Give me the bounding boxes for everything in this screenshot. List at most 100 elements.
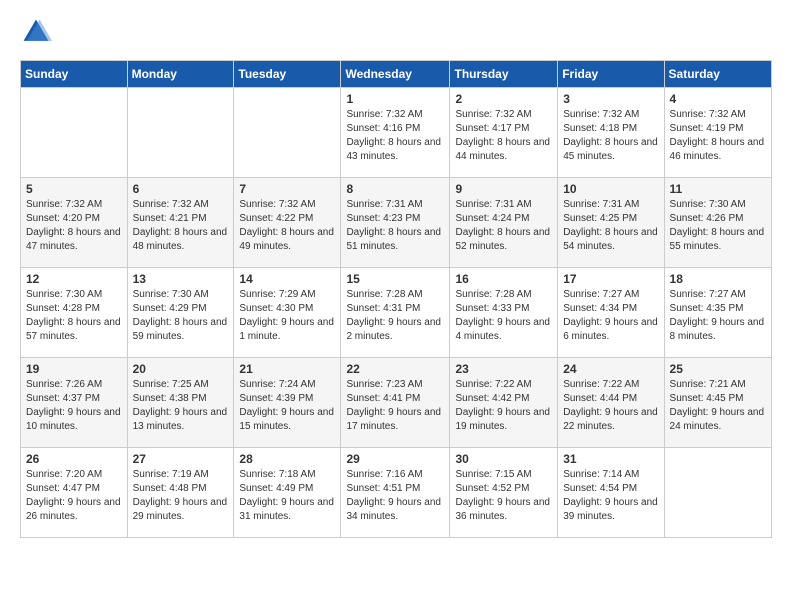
calendar-week-row: 12 Sunrise: 7:30 AMSunset: 4:28 PMDayligh… — [21, 268, 772, 358]
day-number: 1 — [346, 92, 444, 106]
day-info: Sunrise: 7:20 AMSunset: 4:47 PMDaylight:… — [26, 469, 121, 522]
calendar-day-cell: 29 Sunrise: 7:16 AMSunset: 4:51 PMDayligh… — [341, 448, 450, 538]
day-info: Sunrise: 7:32 AMSunset: 4:16 PMDaylight:… — [346, 109, 441, 162]
day-info: Sunrise: 7:15 AMSunset: 4:52 PMDaylight:… — [455, 469, 550, 522]
calendar-day-cell: 4 Sunrise: 7:32 AMSunset: 4:19 PMDaylight… — [664, 88, 771, 178]
calendar-day-cell: 17 Sunrise: 7:27 AMSunset: 4:34 PMDayligh… — [558, 268, 664, 358]
calendar-day-cell: 21Sunrise: 7:24 AMSunset: 4:39 PMDayligh… — [234, 358, 341, 448]
day-info: Sunrise: 7:27 AMSunset: 4:34 PMDaylight:… — [563, 289, 658, 342]
day-info: Sunrise: 7:23 AMSunset: 4:41 PMDaylight:… — [346, 379, 441, 432]
day-number: 17 — [563, 272, 658, 286]
day-number: 13 — [133, 272, 229, 286]
day-info: Sunrise: 7:32 AMSunset: 4:21 PMDaylight:… — [133, 199, 228, 252]
day-number: 31 — [563, 452, 658, 466]
weekday-header-monday: Monday — [127, 61, 234, 88]
day-number: 16 — [455, 272, 552, 286]
calendar-table: SundayMondayTuesdayWednesdayThursdayFrid… — [20, 60, 772, 538]
day-info: Sunrise: 7:32 AMSunset: 4:20 PMDaylight:… — [26, 199, 121, 252]
calendar-day-cell: 31 Sunrise: 7:14 AMSunset: 4:54 PMDayligh… — [558, 448, 664, 538]
weekday-header-saturday: Saturday — [664, 61, 771, 88]
weekday-header-thursday: Thursday — [450, 61, 558, 88]
calendar-week-row: 1 Sunrise: 7:32 AMSunset: 4:16 PMDaylight… — [21, 88, 772, 178]
day-info: Sunrise: 7:14 AMSunset: 4:54 PMDaylight:… — [563, 469, 658, 522]
day-info: Sunrise: 7:28 AMSunset: 4:33 PMDaylight:… — [455, 289, 550, 342]
day-info: Sunrise: 7:21 AMSunset: 4:45 PMDaylight:… — [670, 379, 765, 432]
day-number: 9 — [455, 182, 552, 196]
calendar-day-cell: 24 Sunrise: 7:22 AMSunset: 4:44 PMDayligh… — [558, 358, 664, 448]
day-number: 10 — [563, 182, 658, 196]
weekday-header-row: SundayMondayTuesdayWednesdayThursdayFrid… — [21, 61, 772, 88]
calendar-day-cell: 3 Sunrise: 7:32 AMSunset: 4:18 PMDaylight… — [558, 88, 664, 178]
calendar-day-cell: 9Sunrise: 7:31 AMSunset: 4:24 PMDaylight… — [450, 178, 558, 268]
calendar-day-cell: 30Sunrise: 7:15 AMSunset: 4:52 PMDayligh… — [450, 448, 558, 538]
day-number: 26 — [26, 452, 122, 466]
calendar-day-cell: 25Sunrise: 7:21 AMSunset: 4:45 PMDayligh… — [664, 358, 771, 448]
calendar-day-cell: 14Sunrise: 7:29 AMSunset: 4:30 PMDayligh… — [234, 268, 341, 358]
day-number: 15 — [346, 272, 444, 286]
weekday-header-tuesday: Tuesday — [234, 61, 341, 88]
page: SundayMondayTuesdayWednesdayThursdayFrid… — [0, 0, 792, 554]
day-info: Sunrise: 7:24 AMSunset: 4:39 PMDaylight:… — [239, 379, 334, 432]
calendar-day-cell: 5 Sunrise: 7:32 AMSunset: 4:20 PMDaylight… — [21, 178, 128, 268]
day-number: 12 — [26, 272, 122, 286]
calendar-day-cell: 28Sunrise: 7:18 AMSunset: 4:49 PMDayligh… — [234, 448, 341, 538]
day-number: 24 — [563, 362, 658, 376]
calendar-week-row: 26 Sunrise: 7:20 AMSunset: 4:47 PMDayligh… — [21, 448, 772, 538]
day-info: Sunrise: 7:32 AMSunset: 4:22 PMDaylight:… — [239, 199, 334, 252]
day-info: Sunrise: 7:16 AMSunset: 4:51 PMDaylight:… — [346, 469, 441, 522]
day-number: 4 — [670, 92, 766, 106]
day-info: Sunrise: 7:30 AMSunset: 4:28 PMDaylight:… — [26, 289, 121, 342]
day-number: 18 — [670, 272, 766, 286]
calendar-week-row: 5 Sunrise: 7:32 AMSunset: 4:20 PMDaylight… — [21, 178, 772, 268]
calendar-day-cell: 15 Sunrise: 7:28 AMSunset: 4:31 PMDayligh… — [341, 268, 450, 358]
day-number: 6 — [133, 182, 229, 196]
day-info: Sunrise: 7:32 AMSunset: 4:19 PMDaylight:… — [670, 109, 765, 162]
header — [20, 16, 772, 48]
calendar-day-cell: 8Sunrise: 7:31 AMSunset: 4:23 PMDaylight… — [341, 178, 450, 268]
calendar-day-cell: 11Sunrise: 7:30 AMSunset: 4:26 PMDayligh… — [664, 178, 771, 268]
calendar-day-cell: 20Sunrise: 7:25 AMSunset: 4:38 PMDayligh… — [127, 358, 234, 448]
calendar-day-cell: 19 Sunrise: 7:26 AMSunset: 4:37 PMDayligh… — [21, 358, 128, 448]
calendar-day-cell: 13 Sunrise: 7:30 AMSunset: 4:29 PMDayligh… — [127, 268, 234, 358]
calendar-empty-cell — [21, 88, 128, 178]
day-info: Sunrise: 7:26 AMSunset: 4:37 PMDaylight:… — [26, 379, 121, 432]
day-info: Sunrise: 7:22 AMSunset: 4:42 PMDaylight:… — [455, 379, 550, 432]
weekday-header-friday: Friday — [558, 61, 664, 88]
day-number: 19 — [26, 362, 122, 376]
day-number: 5 — [26, 182, 122, 196]
calendar-day-cell: 2Sunrise: 7:32 AMSunset: 4:17 PMDaylight… — [450, 88, 558, 178]
day-info: Sunrise: 7:31 AMSunset: 4:25 PMDaylight:… — [563, 199, 658, 252]
day-info: Sunrise: 7:30 AMSunset: 4:26 PMDaylight:… — [670, 199, 765, 252]
day-number: 28 — [239, 452, 335, 466]
day-info: Sunrise: 7:32 AMSunset: 4:18 PMDaylight:… — [563, 109, 658, 162]
calendar-day-cell: 16 Sunrise: 7:28 AMSunset: 4:33 PMDayligh… — [450, 268, 558, 358]
calendar-empty-cell — [234, 88, 341, 178]
calendar-day-cell: 27Sunrise: 7:19 AMSunset: 4:48 PMDayligh… — [127, 448, 234, 538]
calendar-day-cell: 6 Sunrise: 7:32 AMSunset: 4:21 PMDaylight… — [127, 178, 234, 268]
day-info: Sunrise: 7:22 AMSunset: 4:44 PMDaylight:… — [563, 379, 658, 432]
day-number: 22 — [346, 362, 444, 376]
day-number: 29 — [346, 452, 444, 466]
calendar-day-cell: 26 Sunrise: 7:20 AMSunset: 4:47 PMDayligh… — [21, 448, 128, 538]
calendar-empty-cell — [664, 448, 771, 538]
calendar-day-cell: 23 Sunrise: 7:22 AMSunset: 4:42 PMDayligh… — [450, 358, 558, 448]
day-info: Sunrise: 7:30 AMSunset: 4:29 PMDaylight:… — [133, 289, 228, 342]
day-info: Sunrise: 7:29 AMSunset: 4:30 PMDaylight:… — [239, 289, 334, 342]
calendar-day-cell: 18Sunrise: 7:27 AMSunset: 4:35 PMDayligh… — [664, 268, 771, 358]
calendar-day-cell: 7 Sunrise: 7:32 AMSunset: 4:22 PMDaylight… — [234, 178, 341, 268]
weekday-header-wednesday: Wednesday — [341, 61, 450, 88]
day-number: 3 — [563, 92, 658, 106]
day-number: 20 — [133, 362, 229, 376]
calendar-week-row: 19 Sunrise: 7:26 AMSunset: 4:37 PMDayligh… — [21, 358, 772, 448]
calendar-day-cell: 12 Sunrise: 7:30 AMSunset: 4:28 PMDayligh… — [21, 268, 128, 358]
day-number: 7 — [239, 182, 335, 196]
logo-icon — [20, 16, 52, 48]
day-number: 8 — [346, 182, 444, 196]
logo — [20, 16, 56, 48]
calendar-day-cell: 1 Sunrise: 7:32 AMSunset: 4:16 PMDaylight… — [341, 88, 450, 178]
day-info: Sunrise: 7:28 AMSunset: 4:31 PMDaylight:… — [346, 289, 441, 342]
day-number: 2 — [455, 92, 552, 106]
day-number: 23 — [455, 362, 552, 376]
calendar-empty-cell — [127, 88, 234, 178]
weekday-header-sunday: Sunday — [21, 61, 128, 88]
